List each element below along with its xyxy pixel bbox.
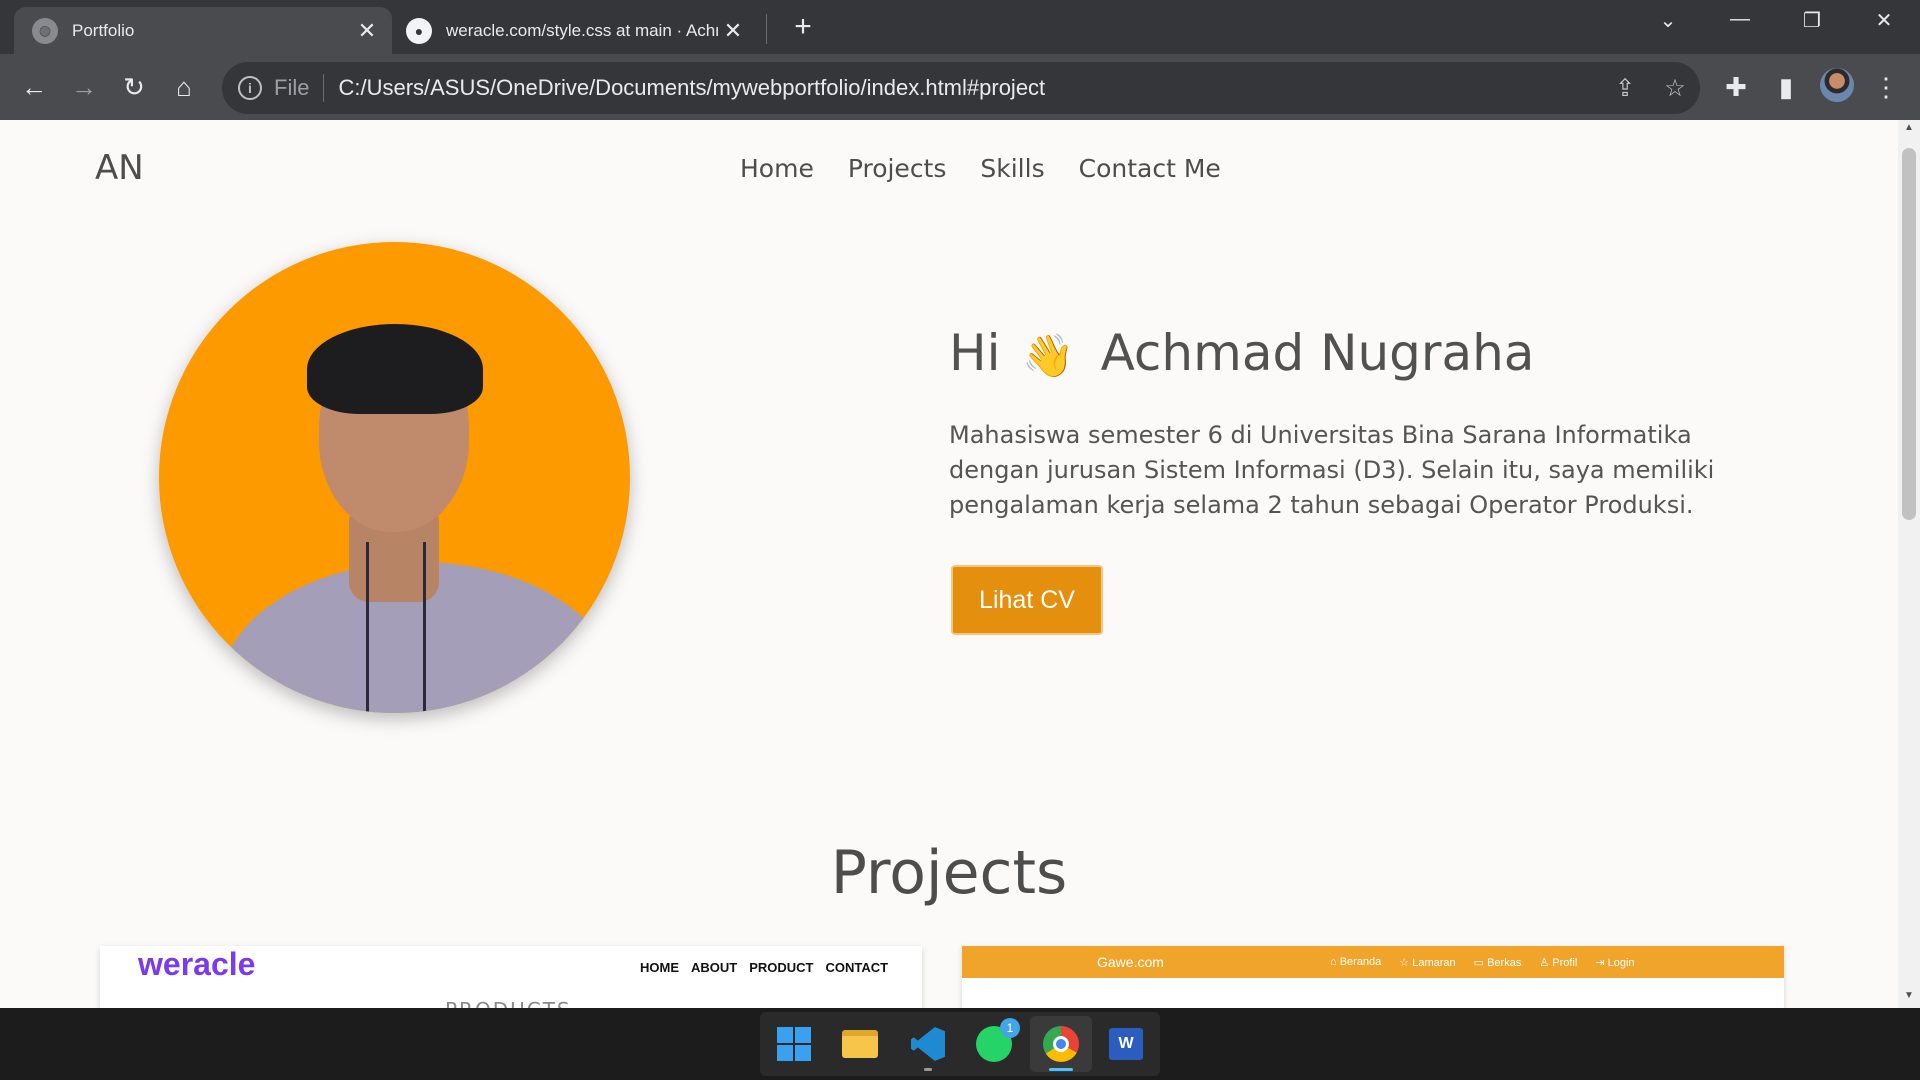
tab-strip: ◍ Portfolio ✕ ● weracle.com/style.css at… [0, 0, 1920, 54]
side-panel-icon[interactable]: ▮ [1766, 68, 1806, 108]
profile-photo [159, 242, 630, 713]
photo-hair [307, 324, 483, 414]
nav-contact[interactable]: Contact Me [1079, 154, 1221, 183]
new-tab-button[interactable]: + [785, 10, 821, 46]
vscode-icon[interactable] [908, 1024, 948, 1064]
tab-title: weracle.com/style.css at main · Achm [446, 20, 718, 40]
gawe-menu-login: ⇥ Login [1595, 957, 1635, 969]
github-icon: ● [406, 17, 432, 44]
globe-icon: ◍ [32, 17, 58, 44]
tab-github[interactable]: ● weracle.com/style.css at main · Achm ✕ [394, 7, 758, 54]
hero-name: Achmad Nugraha [1100, 324, 1535, 382]
tab-separator [766, 14, 767, 44]
word-icon[interactable]: W [1106, 1024, 1146, 1064]
gawe-menu: ⌂ Beranda ☆ Lamaran ▭ Berkas ♙ Profil ⇥ … [1330, 956, 1635, 969]
vscode-running-indicator [924, 1068, 932, 1071]
tab-portfolio[interactable]: ◍ Portfolio ✕ [14, 7, 392, 54]
back-button[interactable]: ← [14, 68, 54, 108]
gawe-menu-berkas: ▭ Berkas [1473, 957, 1522, 969]
taskbar-apps [760, 1012, 1160, 1076]
nav-skills[interactable]: Skills [980, 154, 1044, 183]
photo-collar [366, 542, 426, 713]
weracle-menu-about: ABOUT [691, 960, 738, 975]
share-icon[interactable]: ⇪ [1600, 74, 1650, 103]
whatsapp-icon[interactable]: 1 [974, 1018, 1020, 1064]
gawe-menu-lamaran: ☆ Lamaran [1399, 957, 1456, 969]
weracle-products-heading: PRODUCTS [445, 998, 572, 1008]
bookmark-star-icon[interactable]: ☆ [1650, 74, 1700, 103]
gawe-menu-beranda: ⌂ Beranda [1330, 956, 1382, 968]
scroll-up-arrow-icon[interactable]: ▲ [1898, 122, 1920, 133]
file-scheme-label: File [274, 75, 310, 100]
hero-title: Hi 👋 Achmad Nugraha [949, 324, 1534, 382]
restore-button[interactable]: ❐ [1792, 8, 1832, 33]
view-cv-button[interactable]: Lihat CV [951, 565, 1103, 635]
weracle-menu: HOME ABOUT PRODUCT CONTACT [640, 960, 888, 975]
scrollbar-thumb[interactable] [1902, 148, 1916, 520]
taskbar: 1 W [0, 1008, 1920, 1080]
close-tab-icon[interactable]: ✕ [352, 18, 382, 44]
hero-greeting: Hi [949, 324, 1001, 382]
projects-heading: Projects [830, 838, 1068, 908]
minimize-button[interactable]: — [1720, 8, 1760, 31]
chrome-active-indicator [1049, 1068, 1073, 1071]
project-card-weracle[interactable]: weracle HOME ABOUT PRODUCT CONTACT PRODU… [100, 946, 922, 1008]
weracle-menu-home: HOME [640, 960, 679, 975]
file-explorer-icon[interactable] [840, 1024, 880, 1064]
site-logo[interactable]: AN [95, 148, 144, 188]
gawe-menu-profil: ♙ Profil [1539, 957, 1578, 969]
reload-button[interactable]: ↻ [114, 68, 154, 108]
address-divider [323, 74, 325, 102]
menu-kebab-icon[interactable]: ⋮ [1866, 68, 1906, 108]
profile-avatar[interactable] [1820, 68, 1854, 102]
weracle-logo: weracle [138, 946, 256, 982]
start-icon[interactable] [774, 1024, 814, 1064]
weracle-menu-contact: CONTACT [825, 960, 889, 975]
web-page: AN Home Projects Skills Contact Me Hi 👋 … [0, 120, 1898, 1008]
browser-toolbar: ← → ↻ ⌂ i File C:/Users/ASUS/OneDrive/Do… [0, 54, 1920, 120]
site-nav: Home Projects Skills Contact Me [740, 154, 1221, 183]
tab-title: Portfolio [72, 20, 135, 40]
forward-button[interactable]: → [64, 68, 104, 108]
hero-description: Mahasiswa semester 6 di Universitas Bina… [949, 421, 1715, 519]
extensions-icon[interactable]: ✚ [1716, 68, 1756, 108]
weracle-menu-product: PRODUCT [749, 960, 814, 975]
gawe-logo: Gawe.com [1097, 954, 1164, 970]
close-window-button[interactable]: ✕ [1864, 8, 1904, 33]
whatsapp-badge: 1 [1000, 1018, 1020, 1038]
info-icon[interactable]: i [238, 76, 262, 100]
project-card-gawe[interactable]: Gawe.com ⌂ Beranda ☆ Lamaran ▭ Berkas ♙ … [962, 946, 1784, 1008]
close-tab-icon[interactable]: ✕ [718, 18, 748, 44]
home-button[interactable]: ⌂ [164, 68, 204, 108]
chrome-icon[interactable] [1041, 1024, 1081, 1064]
tab-search-icon[interactable]: ⌄ [1648, 8, 1688, 33]
nav-home[interactable]: Home [740, 154, 814, 183]
nav-projects[interactable]: Projects [848, 154, 947, 183]
scroll-down-arrow-icon[interactable]: ▼ [1898, 990, 1920, 1001]
page-scrollbar[interactable]: ▲ ▼ [1898, 120, 1920, 1008]
waving-hand-icon: 👋 [1022, 331, 1075, 380]
url-text[interactable]: C:/Users/ASUS/OneDrive/Documents/mywebpo… [338, 75, 1600, 101]
address-bar[interactable]: i File C:/Users/ASUS/OneDrive/Documents/… [222, 62, 1700, 114]
